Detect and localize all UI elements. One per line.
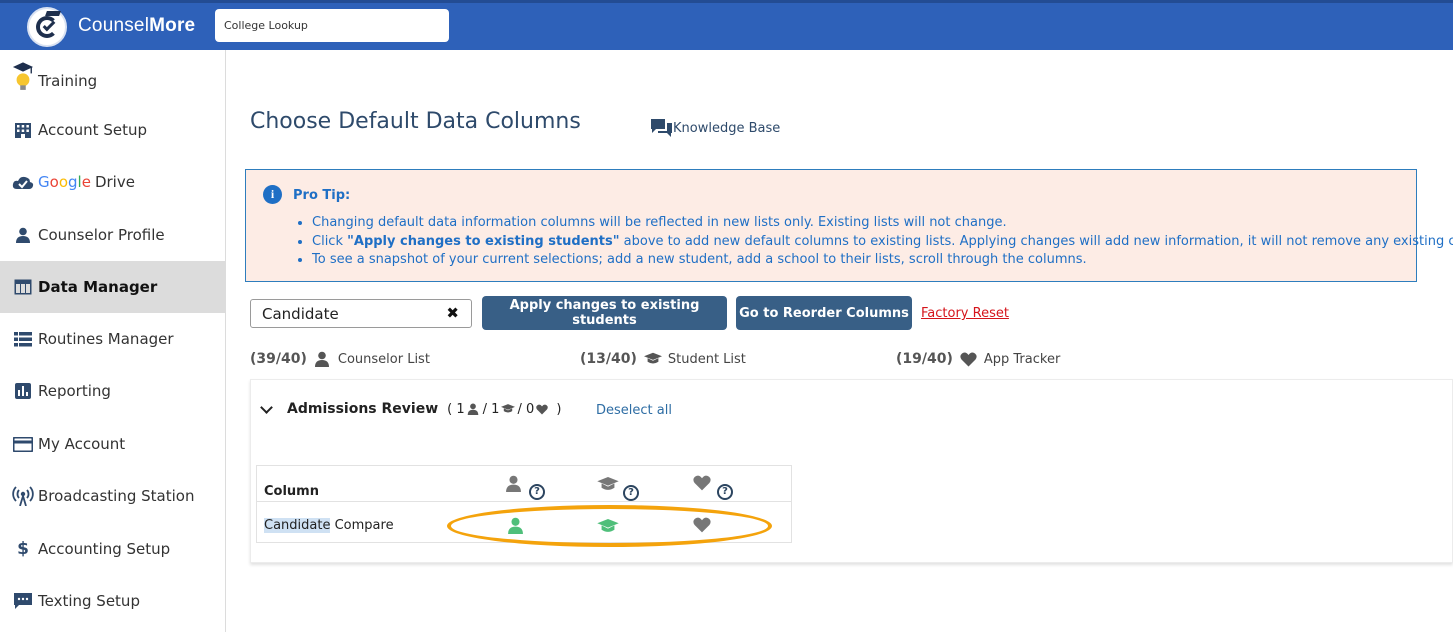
pro-tip-box: i Pro Tip: Changing default data informa… xyxy=(245,169,1453,282)
search-highlight: Candidate xyxy=(264,518,331,533)
row-label-rest: Compare xyxy=(330,518,394,533)
cloud-check-icon xyxy=(12,172,34,192)
sidebar-item-routines-manager[interactable]: Routines Manager xyxy=(0,313,225,365)
column-header: Column xyxy=(264,484,319,499)
bar-chart-icon xyxy=(12,381,34,401)
sidebar-item-label: Data Manager xyxy=(38,278,158,296)
factory-reset-link[interactable]: Factory Reset xyxy=(921,306,1009,321)
credit-card-icon xyxy=(12,434,34,454)
student-list-toggle-icon[interactable] xyxy=(597,519,619,539)
pro-tip-bullet: Click "Apply changes to existing student… xyxy=(312,233,1453,252)
page-title: Choose Default Data Columns xyxy=(250,109,581,134)
pro-tip-list: Changing default data information column… xyxy=(312,214,1453,270)
sidebar-item-label: Counselor Profile xyxy=(38,226,165,244)
sidebar-item-texting-setup[interactable]: Texting Setup xyxy=(0,575,225,627)
pro-tip-bullet: To see a snapshot of your current select… xyxy=(312,251,1453,270)
brand-name[interactable]: CounselMore xyxy=(78,15,195,37)
counselor-list-toggle-icon[interactable] xyxy=(507,517,527,537)
sidebar-item-label: Drive xyxy=(94,173,135,191)
heart-icon xyxy=(693,475,713,495)
sidebar-item-broadcasting-station[interactable]: Broadcasting Station xyxy=(0,470,225,522)
table-header: Column ? ? ? xyxy=(257,466,791,502)
sidebar-item-accounting-setup[interactable]: $ Accounting Setup xyxy=(0,523,225,575)
top-bar: CounselMore xyxy=(0,0,1453,50)
info-icon: i xyxy=(263,185,282,204)
logo-icon[interactable] xyxy=(27,7,67,47)
column-search-input[interactable]: Candidate ✖ xyxy=(250,299,472,328)
chevron-down-icon[interactable] xyxy=(260,402,274,416)
knowledge-base-link[interactable]: Knowledge Base xyxy=(651,119,780,137)
sidebar-item-label: Broadcasting Station xyxy=(38,487,195,505)
sidebar-item-label: Reporting xyxy=(38,382,111,400)
heart-icon xyxy=(536,403,550,415)
sidebar-item-label: Account Setup xyxy=(38,121,147,139)
sidebar-item-data-manager[interactable]: Data Manager xyxy=(0,261,225,313)
person-icon xyxy=(505,475,525,495)
sidebar-item-label: Training xyxy=(38,72,98,90)
graduation-cap-icon xyxy=(643,351,662,367)
google-logo-text: Google xyxy=(38,173,91,191)
pro-tip-bullet: Changing default data information column… xyxy=(312,214,1453,233)
sidebar-item-my-account[interactable]: My Account xyxy=(0,418,225,470)
section-header[interactable]: Admissions Review ( 1 / 1 / 0 ) xyxy=(260,401,561,417)
person-icon xyxy=(314,351,332,367)
college-lookup-input[interactable] xyxy=(215,9,449,42)
app-tracker-count: (19/40) App Tracker xyxy=(896,351,1061,367)
dollar-icon: $ xyxy=(17,539,29,559)
broadcast-icon xyxy=(12,486,34,506)
graduation-cap-icon xyxy=(501,403,516,415)
search-value: Candidate xyxy=(262,304,339,323)
app-tracker-toggle-icon[interactable] xyxy=(693,517,713,537)
sidebar-item-label: Routines Manager xyxy=(38,330,174,348)
pro-tip-title: Pro Tip: xyxy=(293,188,351,203)
question-icon[interactable]: ? xyxy=(623,485,639,501)
question-icon[interactable]: ? xyxy=(529,484,545,500)
sidebar: Training Account Setup Google Drive Coun… xyxy=(0,50,226,632)
student-list-count: (13/40) Student List xyxy=(580,351,746,367)
sidebar-item-account-setup[interactable]: Account Setup xyxy=(0,104,225,156)
knowledge-base-label: Knowledge Base xyxy=(673,120,781,136)
chat-icon xyxy=(12,591,34,611)
clear-search-icon[interactable]: ✖ xyxy=(446,304,459,322)
table-row: Candidate Compare xyxy=(264,518,394,533)
table-icon xyxy=(12,277,34,297)
heart-icon xyxy=(960,351,978,367)
sidebar-item-reporting[interactable]: Reporting xyxy=(0,365,225,417)
building-icon xyxy=(12,120,34,140)
graduation-cap-icon xyxy=(597,477,619,497)
counselor-list-count: (39/40) Counselor List xyxy=(250,351,430,367)
person-icon xyxy=(12,225,34,245)
deselect-all-link[interactable]: Deselect all xyxy=(596,403,672,418)
reorder-columns-button[interactable]: Go to Reorder Columns xyxy=(736,296,912,330)
admissions-review-panel: Admissions Review ( 1 / 1 / 0 ) Deselect… xyxy=(250,379,1453,563)
list-icon xyxy=(12,329,34,349)
lightbulb-graduation-icon xyxy=(12,62,34,91)
sidebar-item-label: My Account xyxy=(38,435,126,453)
section-stats: ( 1 / 1 / 0 ) xyxy=(447,401,562,417)
chat-bubbles-icon xyxy=(651,119,672,137)
question-icon[interactable]: ? xyxy=(717,484,733,500)
sidebar-item-label: Texting Setup xyxy=(38,592,140,610)
section-title: Admissions Review xyxy=(287,401,439,417)
sidebar-item-training[interactable]: Training xyxy=(0,55,225,107)
columns-table: Column ? ? ? Candidate Compare xyxy=(256,465,792,543)
apply-changes-button[interactable]: Apply changes to existing students xyxy=(482,296,727,330)
sidebar-item-google-drive[interactable]: Google Drive xyxy=(0,156,225,208)
sidebar-item-counselor-profile[interactable]: Counselor Profile xyxy=(0,209,225,261)
sidebar-item-label: Accounting Setup xyxy=(38,540,171,558)
person-icon xyxy=(467,403,481,415)
